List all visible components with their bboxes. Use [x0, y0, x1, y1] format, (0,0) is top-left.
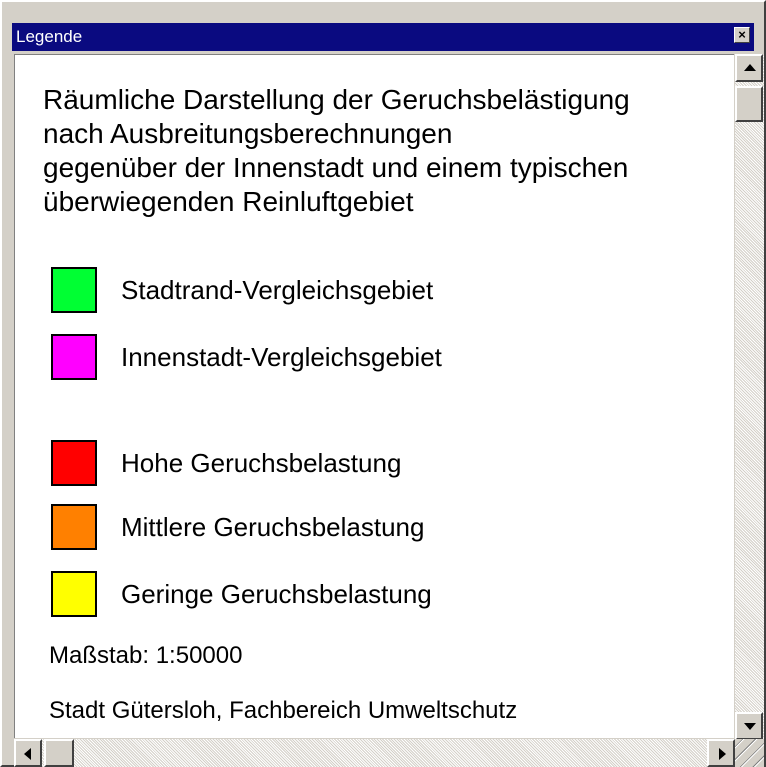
- window-title: Legende: [16, 27, 83, 46]
- legend-heading: Räumliche Darstellung der Geruchsbelästi…: [43, 84, 630, 217]
- legend-item-label: Innenstadt-Vergleichsgebiet: [121, 342, 442, 372]
- scale-text: Maßstab: 1:50000: [49, 642, 243, 669]
- horizontal-scrollbar[interactable]: [14, 739, 735, 767]
- legend-swatch: [51, 504, 97, 550]
- legend-swatch: [51, 440, 97, 486]
- vertical-scrollbar[interactable]: [735, 54, 764, 740]
- close-button[interactable]: ×: [734, 27, 750, 43]
- arrow-left-icon: [24, 748, 31, 760]
- scroll-right-button[interactable]: [707, 739, 735, 767]
- arrow-down-icon: [744, 723, 756, 730]
- legend-swatch: [51, 571, 97, 617]
- title-bar[interactable]: Legende ×: [12, 23, 754, 51]
- scroll-left-button[interactable]: [14, 739, 42, 767]
- resize-grip-icon[interactable]: [735, 739, 764, 767]
- legend-item-label: Stadtrand-Vergleichsgebiet: [121, 275, 434, 305]
- legend-item-label: Geringe Geruchsbelastung: [121, 579, 432, 609]
- legend-item-gering: Geringe Geruchsbelastung: [51, 571, 701, 619]
- legend-swatch: [51, 267, 97, 313]
- legend-swatch: [51, 334, 97, 380]
- legend-window: Legende × Räumliche Darstellung der Geru…: [0, 0, 766, 767]
- horizontal-scroll-thumb[interactable]: [44, 739, 74, 767]
- source-text: Stadt Gütersloh, Fachbereich Umweltschut…: [49, 697, 518, 724]
- legend-item-label: Hohe Geruchsbelastung: [121, 448, 402, 478]
- arrow-up-icon: [744, 64, 756, 71]
- legend-item-mittel: Mittlere Geruchsbelastung: [51, 504, 701, 552]
- legend-item-hoch: Hohe Geruchsbelastung: [51, 440, 701, 488]
- scroll-up-button[interactable]: [735, 54, 763, 82]
- vertical-scroll-thumb[interactable]: [735, 86, 763, 122]
- close-icon: ×: [738, 27, 746, 42]
- legend-item-innenstadt: Innenstadt-Vergleichsgebiet: [51, 334, 701, 382]
- legend-content: Räumliche Darstellung der Geruchsbelästi…: [14, 54, 734, 738]
- scroll-down-button[interactable]: [735, 712, 763, 740]
- legend-item-label: Mittlere Geruchsbelastung: [121, 512, 425, 542]
- arrow-right-icon: [719, 748, 726, 760]
- legend-item-stadtrand: Stadtrand-Vergleichsgebiet: [51, 267, 701, 315]
